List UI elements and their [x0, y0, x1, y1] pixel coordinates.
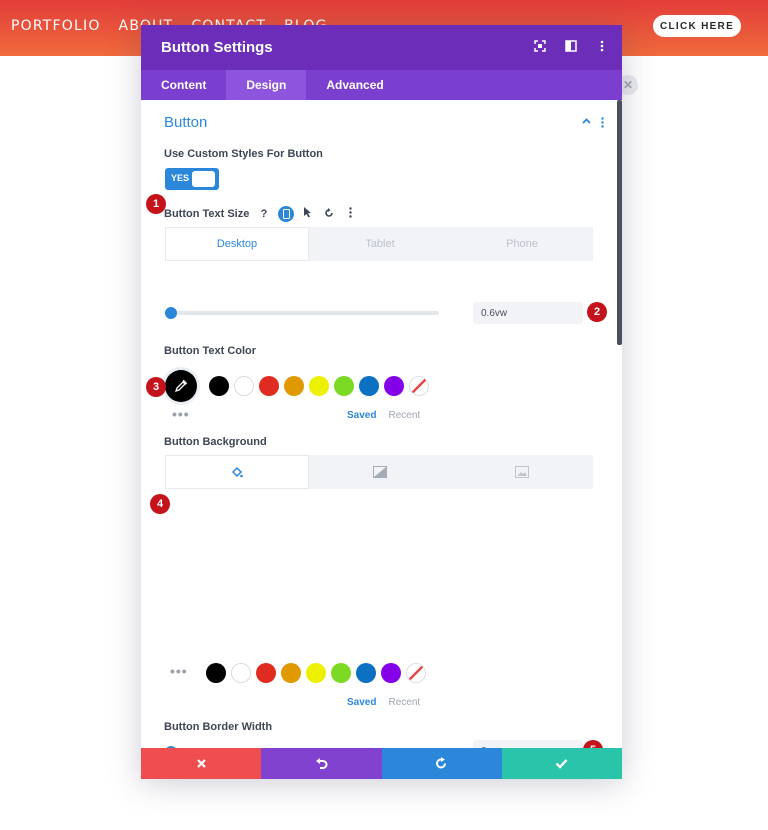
border-width-input[interactable]: 0px	[473, 740, 583, 748]
hover-cursor-icon[interactable]	[301, 207, 315, 221]
help-icon[interactable]: ?	[257, 208, 271, 220]
custom-styles-toggle[interactable]: YES	[165, 168, 219, 190]
bg-gradient-icon[interactable]	[309, 455, 451, 489]
toggle-yes-label: YES	[171, 173, 190, 183]
text-color-label: Button Text Color	[164, 345, 257, 357]
modal-title: Button Settings	[161, 39, 273, 56]
text-size-menu-icon[interactable]	[343, 207, 357, 221]
bg-recent-colors-tab[interactable]: Recent	[388, 697, 420, 708]
bg-swatch-white[interactable]	[231, 663, 251, 683]
redo-icon	[436, 757, 447, 769]
modal-header: Button Settings	[141, 25, 622, 70]
bg-swatch-black[interactable]	[206, 663, 226, 683]
bg-swatch-orange[interactable]	[281, 663, 301, 683]
fullscreen-icon[interactable]	[533, 39, 546, 52]
tab-content[interactable]: Content	[141, 70, 226, 100]
close-x-icon	[196, 759, 206, 768]
reset-icon[interactable]	[322, 207, 336, 221]
more-options-icon[interactable]	[595, 39, 608, 52]
tab-phone[interactable]: Phone	[451, 227, 593, 261]
bg-swatch-yellow[interactable]	[306, 663, 326, 683]
slider-handle[interactable]	[165, 307, 177, 319]
swatch-none-icon[interactable]	[409, 376, 429, 396]
color-picker-button[interactable]	[165, 370, 197, 402]
modal-tabs: Content Design Advanced	[141, 70, 622, 100]
tab-desktop[interactable]: Desktop	[165, 227, 309, 261]
click-here-button[interactable]: CLICK HERE	[653, 15, 741, 37]
checkmark-icon	[556, 759, 568, 769]
undo-icon	[315, 757, 328, 769]
recent-colors-tab[interactable]: Recent	[388, 410, 420, 421]
tab-advanced[interactable]: Advanced	[306, 70, 403, 100]
nav-portfolio[interactable]: PORTFOLIO	[11, 18, 101, 34]
swatch-green[interactable]	[334, 376, 354, 396]
step-badge-5: 5	[583, 740, 603, 748]
swatch-blue[interactable]	[359, 376, 379, 396]
bg-more-colors-icon[interactable]: •••	[170, 663, 188, 679]
swatch-white[interactable]	[234, 376, 254, 396]
save-button[interactable]	[501, 748, 622, 779]
section-menu-icon[interactable]	[601, 117, 604, 131]
text-size-slider[interactable]	[165, 307, 439, 319]
bg-swatch-purple[interactable]	[381, 663, 401, 683]
device-tabs: Desktop Tablet Phone	[165, 227, 593, 261]
swatch-orange[interactable]	[284, 376, 304, 396]
more-colors-icon[interactable]: •••	[172, 406, 190, 422]
undo-button[interactable]	[261, 748, 382, 779]
collapse-chevron-icon[interactable]	[582, 117, 591, 131]
background-color-swatches	[206, 663, 426, 683]
bg-color-fill-icon[interactable]	[165, 455, 309, 489]
split-view-icon[interactable]	[564, 39, 577, 52]
step-badge-3: 3	[146, 377, 166, 397]
bg-image-icon[interactable]	[451, 455, 593, 489]
bg-swatch-blue[interactable]	[356, 663, 376, 683]
swatch-yellow[interactable]	[309, 376, 329, 396]
custom-styles-label: Use Custom Styles For Button	[164, 148, 323, 160]
section-title[interactable]: Button	[164, 114, 207, 131]
responsive-phone-icon[interactable]	[278, 206, 294, 222]
step-badge-2: 2	[587, 302, 607, 322]
swatch-black[interactable]	[209, 376, 229, 396]
step-badge-1: 1	[146, 194, 166, 214]
settings-scrollbar[interactable]	[617, 100, 622, 345]
bg-swatch-none-icon[interactable]	[406, 663, 426, 683]
swatch-purple[interactable]	[384, 376, 404, 396]
swatch-red[interactable]	[259, 376, 279, 396]
step-badge-4: 4	[150, 494, 170, 514]
redo-button[interactable]	[381, 748, 502, 779]
button-settings-modal: Button Settings Content Design Advanced …	[141, 25, 622, 779]
tab-design[interactable]: Design	[226, 70, 307, 100]
text-size-label: Button Text Size	[164, 208, 250, 220]
background-type-tabs	[165, 455, 593, 489]
saved-colors-tab[interactable]: Saved	[347, 410, 376, 421]
text-size-input[interactable]: 0.6vw	[473, 302, 583, 324]
text-color-swatches	[209, 376, 429, 396]
border-width-label: Button Border Width	[164, 721, 273, 733]
bg-swatch-green[interactable]	[331, 663, 351, 683]
bg-saved-colors-tab[interactable]: Saved	[347, 697, 376, 708]
toggle-knob	[192, 171, 215, 187]
eyedropper-icon	[174, 379, 188, 393]
modal-footer	[141, 748, 622, 779]
bg-swatch-red[interactable]	[256, 663, 276, 683]
settings-content: Button Use Custom Styles For Button YES …	[141, 100, 622, 748]
background-label: Button Background	[164, 436, 267, 448]
tab-tablet[interactable]: Tablet	[309, 227, 451, 261]
cancel-button[interactable]	[141, 748, 262, 779]
